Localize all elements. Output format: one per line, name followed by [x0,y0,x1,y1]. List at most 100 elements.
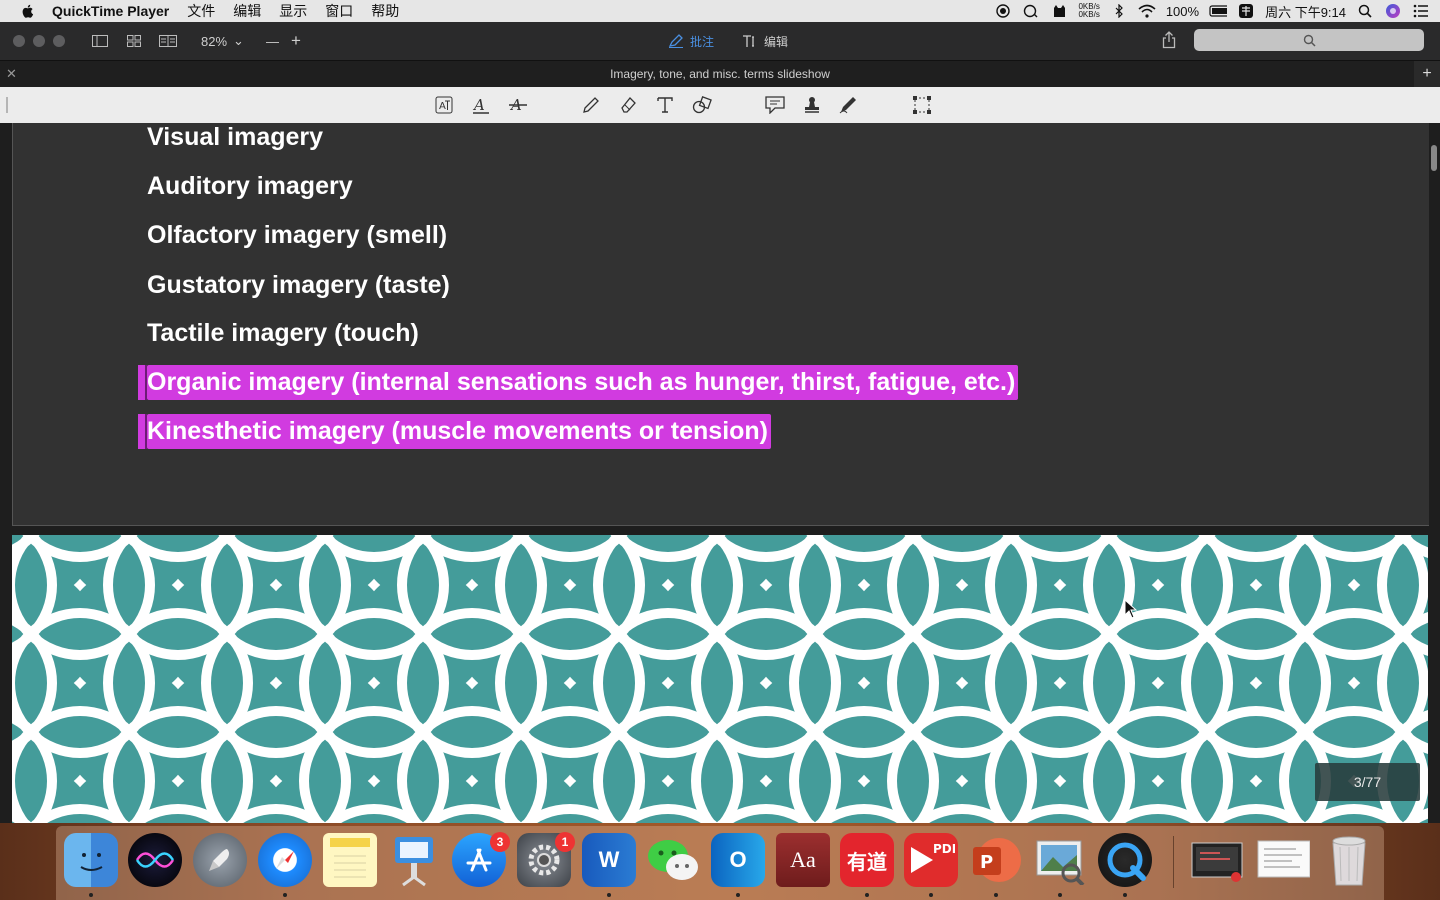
bullet-visual: Visual imagery [147,123,324,151]
slide-current: Visual imagery Auditory imagery Olfactor… [12,123,1430,526]
edit-mode-label: 编辑 [764,34,789,49]
eraser-icon[interactable] [618,95,638,115]
wifi-icon[interactable] [1138,3,1156,19]
clock[interactable]: 周六 下午9:14 [1265,2,1346,21]
pdf-label: PDF [933,842,955,856]
safari-icon[interactable] [258,833,312,887]
comment-icon[interactable] [765,95,785,115]
cat-icon[interactable] [1050,3,1068,19]
grid-view-icon[interactable] [121,30,147,52]
dock-separator [1173,836,1174,888]
powerpoint-label: P [980,852,993,873]
menu-help[interactable]: 帮助 [371,1,399,21]
document-view[interactable]: Visual imagery Auditory imagery Olfactor… [0,123,1440,823]
signature-icon[interactable] [839,95,859,115]
mode-switcher: 批注 编辑 [668,22,788,60]
chat-bubble-icon[interactable] [1022,3,1040,19]
siri-app-icon[interactable] [128,833,182,887]
new-tab-button[interactable]: + [1414,61,1440,87]
circle-lattice-pattern [12,535,1428,823]
recent-document-icon[interactable] [1256,833,1310,887]
stamp-icon[interactable] [802,95,822,115]
chevron-down-icon[interactable]: ⌄ [233,33,244,49]
bullet-gustatory: Gustatory imagery (taste) [147,271,450,299]
menu-bar: QuickTime Player 文件 编辑 显示 窗口 帮助 0KB/s 0KB… [0,0,1440,22]
bullet-auditory: Auditory imagery [147,172,353,200]
vertical-scrollbar[interactable] [1429,123,1440,823]
apple-menu-icon[interactable] [20,3,36,19]
shapes-icon[interactable] [692,95,712,115]
minimize-window-button[interactable] [33,35,45,47]
svg-text:A: A [472,96,485,114]
bullet-kinesthetic-highlighted[interactable]: Kinesthetic imagery (muscle movements or… [137,414,772,449]
scrollbar-thumb[interactable] [1431,145,1437,171]
zoom-control[interactable]: 82% ⌄ — + [201,31,301,51]
zoom-level[interactable]: 82% [201,34,227,49]
keynote-icon[interactable] [387,833,441,887]
text-tool-icon[interactable] [655,95,675,115]
share-icon[interactable] [1162,31,1176,52]
pencil-icon[interactable] [581,95,601,115]
net-down: 0KB/s [1078,10,1100,19]
siri-icon[interactable] [1384,3,1402,19]
finder-icon[interactable] [64,833,118,887]
notes-icon[interactable] [323,833,377,887]
network-speed: 0KB/s 0KB/s [1078,3,1099,19]
close-tab-icon[interactable]: ✕ [6,66,17,82]
app-menu[interactable]: QuickTime Player [52,3,169,19]
annotate-mode-button[interactable]: 批注 [668,33,714,50]
menu-edit[interactable]: 编辑 [233,1,261,21]
screen-record-icon[interactable] [994,3,1012,19]
youdao-label: 有道 [847,851,887,874]
word-label: W [598,847,620,872]
wechat-icon[interactable] [646,833,700,887]
bullet-organic-highlighted[interactable]: Organic imagery (internal sensations suc… [137,365,1019,400]
trash-icon[interactable] [1322,833,1376,887]
dictionary-label: Aa [790,847,816,872]
notification-center-icon[interactable] [1412,3,1430,19]
pen-icon [668,34,683,48]
battery-icon[interactable] [1209,3,1228,19]
quicktime-icon[interactable] [1098,833,1152,887]
bullet-olfactory: Olfactory imagery (smell) [147,221,448,249]
toolbar-grip [6,97,8,113]
select-area-icon[interactable] [912,95,932,115]
edit-mode-button[interactable]: 编辑 [742,33,788,50]
pdf-expert-icon[interactable]: PDF [904,833,958,887]
spotlight-search-icon[interactable] [1356,3,1374,19]
strikethrough-icon[interactable]: A [508,95,528,115]
search-field[interactable] [1194,29,1424,51]
mouse-pointer-icon [1124,599,1138,619]
highlight-text-icon[interactable]: A [471,95,491,115]
dictionary-icon[interactable]: Aa [776,833,830,887]
bullet-tactile: Tactile imagery (touch) [147,319,419,347]
menu-window[interactable]: 窗口 [325,1,353,21]
translate-icon[interactable]: A [434,95,454,115]
launchpad-icon[interactable] [193,833,247,887]
battery-percent: 100% [1165,3,1200,19]
word-icon[interactable]: W [582,833,636,887]
input-method-icon[interactable] [1237,3,1255,19]
recent-screenshot-icon[interactable] [1190,833,1244,887]
tab-title[interactable]: Imagery, tone, and misc. terms slideshow [610,67,830,81]
powerpoint-icon[interactable]: P [969,833,1023,887]
annotation-toolbar: A A A [0,87,1440,124]
zoom-in-icon[interactable]: + [291,31,301,51]
sidebar-toggle-icon[interactable] [87,30,113,52]
text-cursor-icon [743,35,755,47]
menu-file[interactable]: 文件 [187,1,215,21]
svg-text:A: A [439,101,446,112]
menu-view[interactable]: 显示 [279,1,307,21]
zoom-out-icon[interactable]: — [266,34,279,49]
annotate-mode-label: 批注 [690,34,715,49]
close-window-button[interactable] [13,35,25,47]
preview-icon[interactable] [1033,833,1087,887]
youdao-icon[interactable]: 有道 [840,833,894,887]
page-indicator: 3/77 [1315,763,1420,801]
system-preferences-badge: 1 [555,832,575,852]
app-store-badge: 3 [490,832,510,852]
bluetooth-icon[interactable] [1110,3,1128,19]
zoom-window-button[interactable] [53,35,65,47]
page-layout-icon[interactable] [155,30,181,52]
outlook-icon[interactable]: O [711,833,765,887]
